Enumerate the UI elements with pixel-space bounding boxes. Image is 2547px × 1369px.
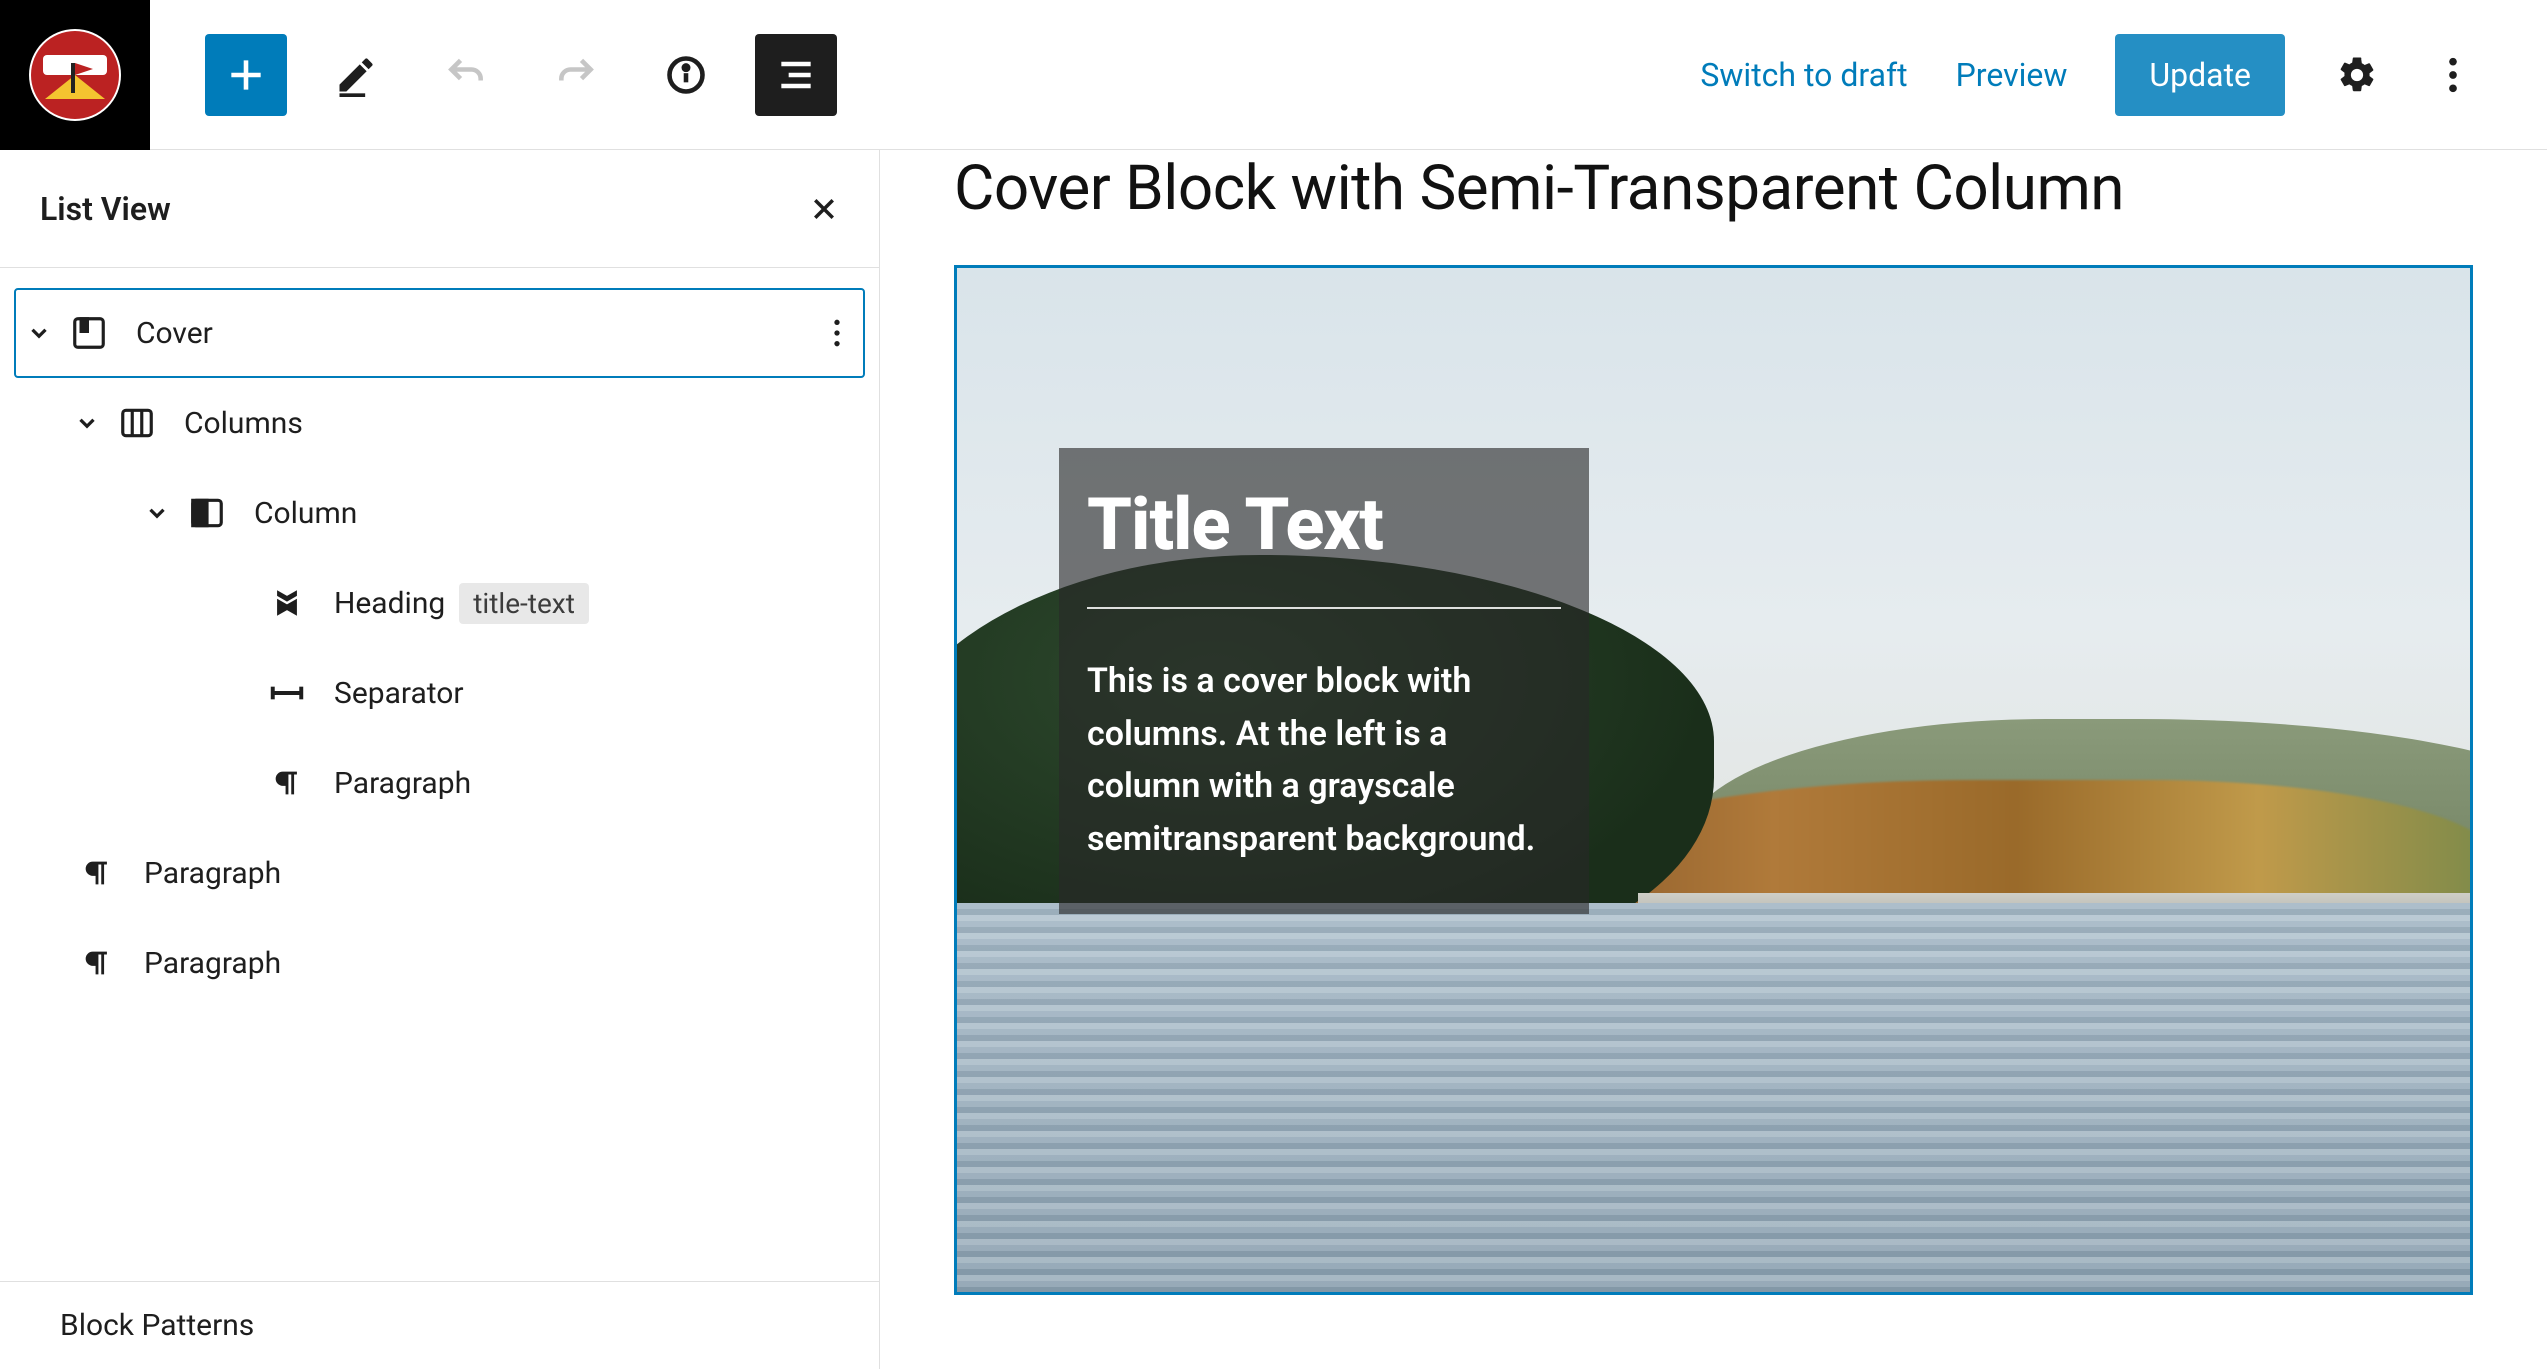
tree-node-paragraph[interactable]: Paragraph [14,918,865,1008]
toolbar-right: Switch to draft Preview Update [1700,34,2547,116]
settings-button[interactable] [2333,51,2381,99]
tree-label: Separator [334,676,464,711]
switch-to-draft-button[interactable]: Switch to draft [1700,56,1907,94]
tree-label: Paragraph [334,766,471,801]
list-view-toggle[interactable] [755,34,837,116]
update-button[interactable]: Update [2115,34,2285,116]
site-logo-button[interactable] [0,0,150,150]
cover-block-icon [66,310,112,356]
tree-label: Column [254,496,357,531]
list-view-title: List View [40,190,171,228]
separator-block-icon [264,670,310,716]
list-view-icon [774,53,818,97]
tree-label: Columns [184,406,303,441]
tree-node-cover[interactable]: Cover [14,288,865,378]
cover-separator[interactable] [1087,607,1561,609]
tree-label: Paragraph [144,856,281,891]
add-block-button[interactable] [205,34,287,116]
plus-icon [224,53,268,97]
column-block-icon [184,490,230,536]
redo-button[interactable] [535,34,617,116]
chevron-down-icon[interactable] [26,320,66,346]
tree-node-separator[interactable]: Separator [14,648,865,738]
paragraph-block-icon [74,940,120,986]
toolbar-left [150,34,837,116]
details-button[interactable] [645,34,727,116]
pencil-icon [334,53,378,97]
tree-node-paragraph[interactable]: Paragraph [14,738,865,828]
chevron-down-icon[interactable] [74,410,114,436]
cover-heading[interactable]: Title Text [1087,482,1561,567]
columns-block-icon [114,400,160,446]
info-icon [664,53,708,97]
editor-body: List View Cover [0,150,2547,1369]
list-view-header: List View [0,150,879,268]
paragraph-block-icon [74,850,120,896]
options-button[interactable] [2429,51,2477,99]
block-patterns-footer[interactable]: Block Patterns [0,1281,879,1369]
heading-block-icon [264,580,310,626]
chevron-down-icon[interactable] [144,500,184,526]
anchor-tag: title-text [459,583,589,624]
preview-button[interactable]: Preview [1956,56,2068,94]
tree-label: Cover [136,316,213,351]
tree-label: Heading [334,586,445,621]
edit-tool-button[interactable] [315,34,397,116]
list-view-panel: List View Cover [0,150,880,1369]
cover-paragraph[interactable]: This is a cover block with columns. At t… [1087,655,1561,866]
tree-node-columns[interactable]: Columns [14,378,865,468]
close-list-view-button[interactable] [809,194,839,224]
tree-node-options[interactable] [833,316,853,350]
undo-icon [444,53,488,97]
close-icon [809,194,839,224]
post-title[interactable]: Cover Block with Semi-Transparent Column [954,152,2473,225]
tree-node-column[interactable]: Column [14,468,865,558]
cover-block[interactable]: Title Text This is a cover block with co… [954,265,2473,1295]
tree-node-heading[interactable]: Heading title-text [14,558,865,648]
redo-icon [554,53,598,97]
gear-icon [2336,54,2378,96]
editor-canvas[interactable]: Cover Block with Semi-Transparent Column… [880,150,2547,1369]
tree-label: Paragraph [144,946,281,981]
block-tree: Cover Columns [0,268,879,1281]
tree-node-paragraph[interactable]: Paragraph [14,828,865,918]
editor-topbar: Switch to draft Preview Update [0,0,2547,150]
undo-button[interactable] [425,34,507,116]
app-root: Switch to draft Preview Update List View [0,0,2547,1369]
site-logo-icon [25,25,125,125]
kebab-icon [2448,54,2458,96]
overlay-column[interactable]: Title Text This is a cover block with co… [1059,448,1589,914]
paragraph-block-icon [264,760,310,806]
